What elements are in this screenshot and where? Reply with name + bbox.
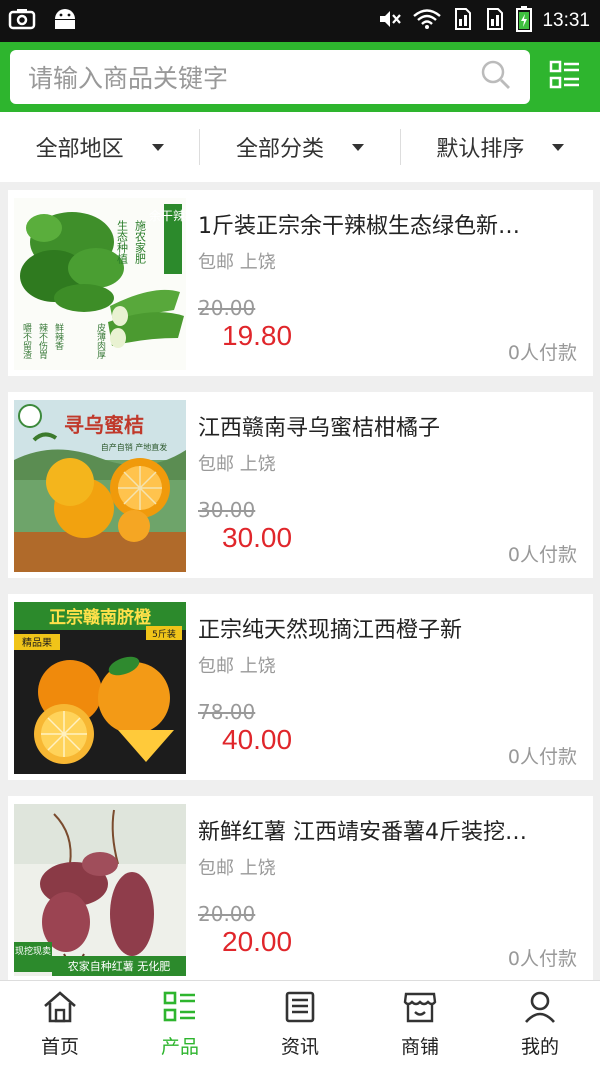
mute-icon bbox=[378, 8, 402, 34]
search-header: 请输入商品关键字 bbox=[0, 42, 600, 112]
thumb-text: 现挖现卖 bbox=[15, 945, 51, 957]
product-title[interactable]: 1斤装正宗余干辣椒生态绿色新… bbox=[198, 208, 578, 240]
thumb-text: 农家自种红薯 无化肥 bbox=[68, 959, 171, 973]
screenshot-icon bbox=[8, 8, 36, 34]
search-input[interactable]: 请输入商品关键字 bbox=[10, 50, 530, 104]
sim1-signal-icon bbox=[452, 7, 474, 35]
nav-label: 首页 bbox=[40, 1035, 79, 1058]
android-icon bbox=[52, 7, 78, 35]
sale-price: 30.00 bbox=[222, 522, 293, 553]
filter-label: 默认排序 bbox=[436, 137, 525, 162]
product-title[interactable]: 新鲜红薯 江西靖安番薯4斤装挖… bbox=[198, 814, 578, 846]
filter-label: 全部地区 bbox=[35, 137, 124, 162]
thumb-text: 余干辣椒 bbox=[149, 208, 186, 223]
shipping-label: 包邮 bbox=[198, 858, 234, 879]
news-icon bbox=[282, 990, 318, 1028]
filter-bar: 全部地区 全部分类 默认排序 bbox=[0, 112, 600, 182]
sale-price: 19.80 bbox=[222, 320, 293, 351]
caret-down-icon bbox=[151, 143, 164, 151]
battery-icon bbox=[516, 6, 533, 36]
nav-item-home[interactable]: 首页 bbox=[0, 981, 120, 1067]
nav-label: 产品 bbox=[160, 1035, 199, 1058]
sold-count: 0人付款 bbox=[507, 342, 577, 364]
sale-price: 40.00 bbox=[222, 724, 293, 755]
original-price: 20.00 bbox=[198, 296, 256, 320]
nav-label: 我的 bbox=[520, 1035, 559, 1058]
thumb-text: 精品果 bbox=[22, 636, 52, 649]
caret-down-icon bbox=[552, 143, 565, 151]
filter-category[interactable]: 全部分类 bbox=[199, 129, 399, 165]
thumb-text: 皮薄肉厚 bbox=[95, 322, 106, 360]
search-icon[interactable] bbox=[480, 59, 512, 95]
product-title[interactable]: 江西赣南寻乌蜜桔柑橘子 bbox=[198, 410, 578, 442]
sold-count: 0人付款 bbox=[507, 948, 577, 970]
filter-label: 全部分类 bbox=[235, 137, 324, 162]
nav-label: 商铺 bbox=[400, 1035, 439, 1058]
original-price: 78.00 bbox=[198, 700, 256, 724]
location-label: 上饶 bbox=[239, 656, 276, 677]
status-bar: 13:31 bbox=[0, 0, 600, 42]
thumb-text: 辣不伤胃 bbox=[37, 322, 48, 360]
store-icon bbox=[402, 990, 438, 1028]
sale-price: 20.00 bbox=[222, 926, 293, 957]
thumb-text: 嚼不留渣 bbox=[21, 323, 32, 359]
thumb-text: 施农家肥 bbox=[134, 220, 147, 264]
user-icon bbox=[522, 990, 558, 1028]
thumb-text: 自产自销 产地直发 bbox=[101, 442, 168, 452]
caret-down-icon bbox=[352, 143, 364, 151]
product-image[interactable]: 寻乌蜜桔 自产自销 产地直发 bbox=[14, 400, 186, 572]
product-title[interactable]: 正宗纯天然现摘江西橙子新 bbox=[198, 612, 578, 644]
original-price: 30.00 bbox=[198, 498, 256, 522]
grid-icon bbox=[162, 990, 198, 1028]
original-price: 20.00 bbox=[198, 902, 256, 926]
filter-region[interactable]: 全部地区 bbox=[0, 129, 199, 165]
sold-count: 0人付款 bbox=[507, 544, 577, 566]
bottom-nav: 首页 产品 资讯 商铺 我的 bbox=[0, 980, 600, 1067]
nav-item-stores[interactable]: 商铺 bbox=[360, 981, 480, 1067]
nav-item-news[interactable]: 资讯 bbox=[240, 981, 360, 1067]
location-label: 上饶 bbox=[239, 252, 276, 273]
shipping-label: 包邮 bbox=[198, 252, 234, 273]
thumb-text: 正宗赣南脐橙 bbox=[49, 607, 152, 628]
home-icon bbox=[42, 990, 78, 1028]
product-meta: 包邮 上饶 bbox=[198, 248, 276, 274]
sold-count: 0人付款 bbox=[507, 746, 577, 768]
filter-sort[interactable]: 默认排序 bbox=[399, 129, 600, 165]
product-meta: 包邮 上饶 bbox=[198, 854, 276, 880]
shipping-label: 包邮 bbox=[198, 656, 234, 677]
location-label: 上饶 bbox=[239, 454, 276, 475]
nav-label: 资讯 bbox=[280, 1035, 319, 1058]
product-card[interactable]: 寻乌蜜桔 自产自销 产地直发 江西赣南寻乌蜜桔柑橘子 包邮 上饶 30.00 3… bbox=[8, 392, 593, 578]
product-card[interactable]: 现挖现卖 农家自种红薯 无化肥 新鲜红薯 江西靖安番薯4斤装挖… 包邮 上饶 2… bbox=[8, 796, 593, 982]
location-label: 上饶 bbox=[239, 858, 276, 879]
product-meta: 包邮 上饶 bbox=[198, 652, 276, 678]
category-menu-button[interactable] bbox=[540, 50, 590, 104]
thumb-text: 生态种植 bbox=[116, 219, 129, 265]
thumb-text: 鲜辣香 bbox=[53, 322, 64, 350]
thumb-text: 寻乌蜜桔 bbox=[64, 413, 144, 437]
product-card[interactable]: 余干辣椒 施农家肥 生态种植 嚼不留渣 辣不伤胃 鲜辣香 皮薄肉厚 1斤装正宗余… bbox=[8, 190, 593, 376]
wifi-icon bbox=[412, 8, 442, 34]
product-card[interactable]: 正宗赣南脐橙 精品果 5斤装 正宗纯天然现摘江西橙子新 包邮 上饶 78.00 … bbox=[8, 594, 593, 780]
nav-item-products[interactable]: 产品 bbox=[120, 981, 240, 1067]
clock: 13:31 bbox=[542, 10, 590, 31]
product-image[interactable]: 余干辣椒 施农家肥 生态种植 嚼不留渣 辣不伤胃 鲜辣香 皮薄肉厚 bbox=[14, 198, 186, 370]
search-placeholder: 请输入商品关键字 bbox=[28, 64, 229, 93]
list-menu-icon bbox=[549, 59, 581, 95]
shipping-label: 包邮 bbox=[198, 454, 234, 475]
nav-item-me[interactable]: 我的 bbox=[480, 981, 600, 1067]
product-image[interactable]: 正宗赣南脐橙 精品果 5斤装 bbox=[14, 602, 186, 774]
sim2-signal-icon bbox=[484, 7, 506, 35]
thumb-text: 5斤装 bbox=[152, 628, 176, 640]
product-meta: 包邮 上饶 bbox=[198, 450, 276, 476]
product-image[interactable]: 现挖现卖 农家自种红薯 无化肥 bbox=[14, 804, 186, 976]
